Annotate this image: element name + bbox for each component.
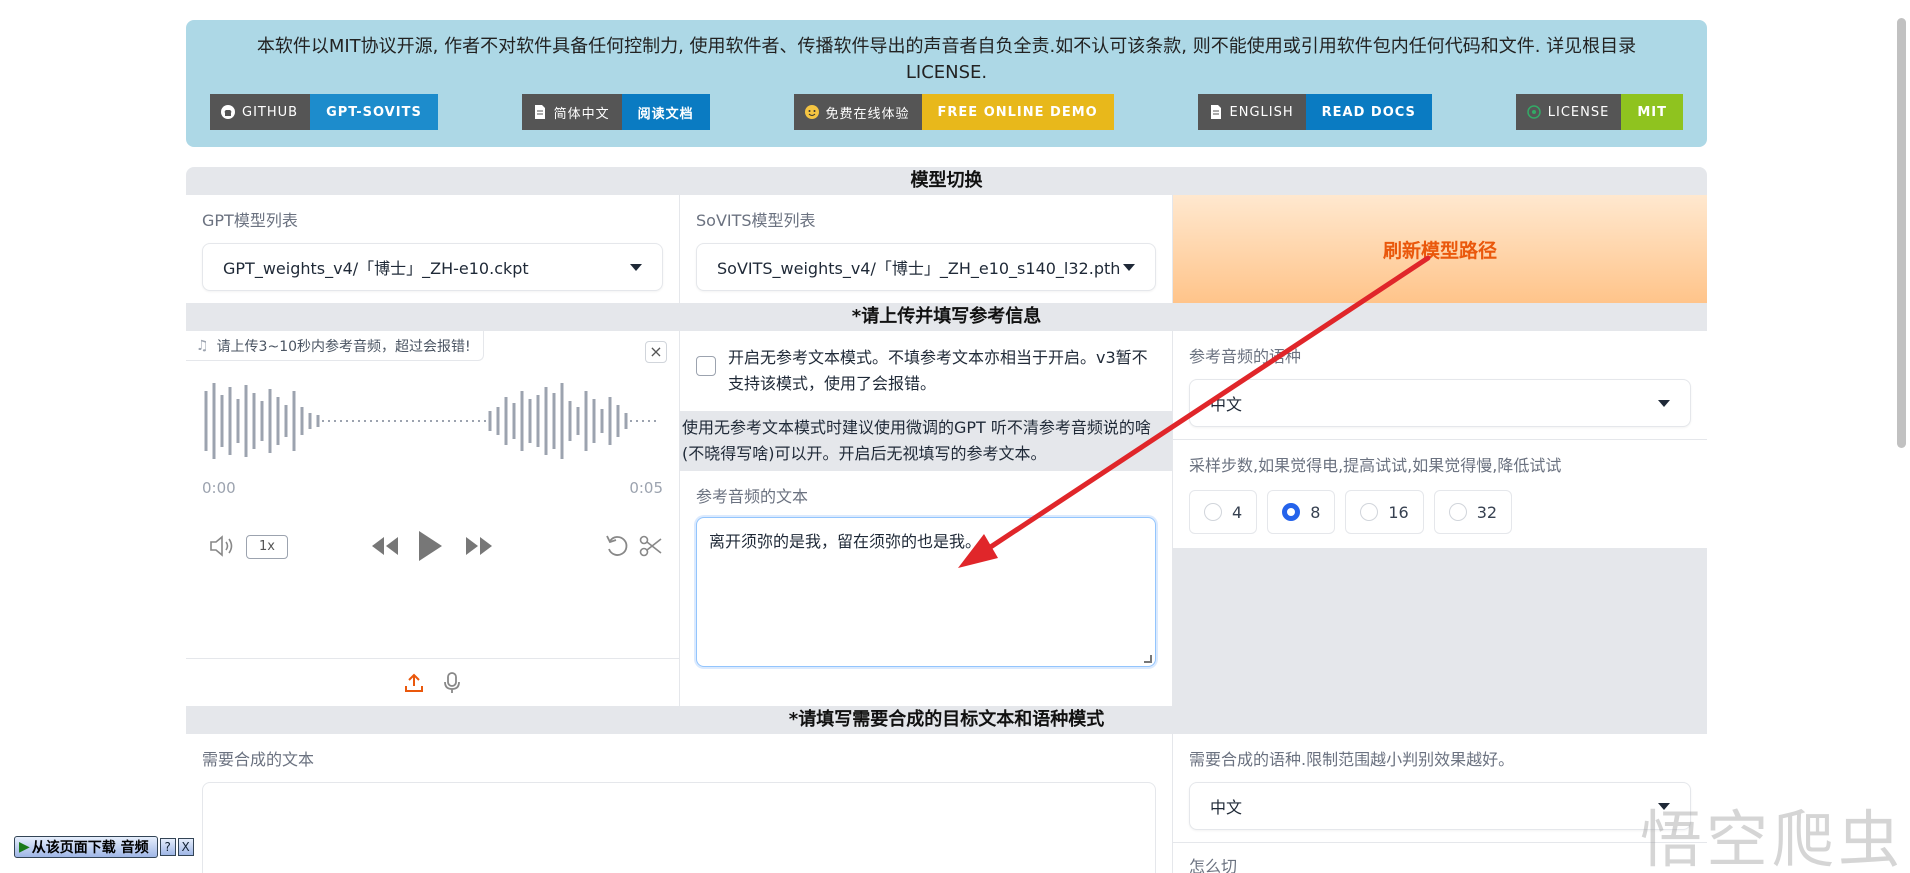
download-audio-button[interactable]: ▶ 从该页面下载 音频 [14, 836, 158, 858]
help-button[interactable]: ? [159, 838, 176, 856]
play-icon: ▶ [19, 839, 30, 855]
watermark: 悟空爬虫 [1639, 803, 1904, 873]
scrollbar[interactable] [1894, 0, 1908, 873]
close-button[interactable]: X [177, 838, 194, 856]
download-audio-label: 从该页面下载 音频 [31, 840, 149, 856]
scrollbar-thumb[interactable] [1897, 18, 1906, 448]
download-toolbar: ▶ 从该页面下载 音频 ? X [14, 835, 194, 859]
annotation-arrow [958, 255, 1431, 568]
